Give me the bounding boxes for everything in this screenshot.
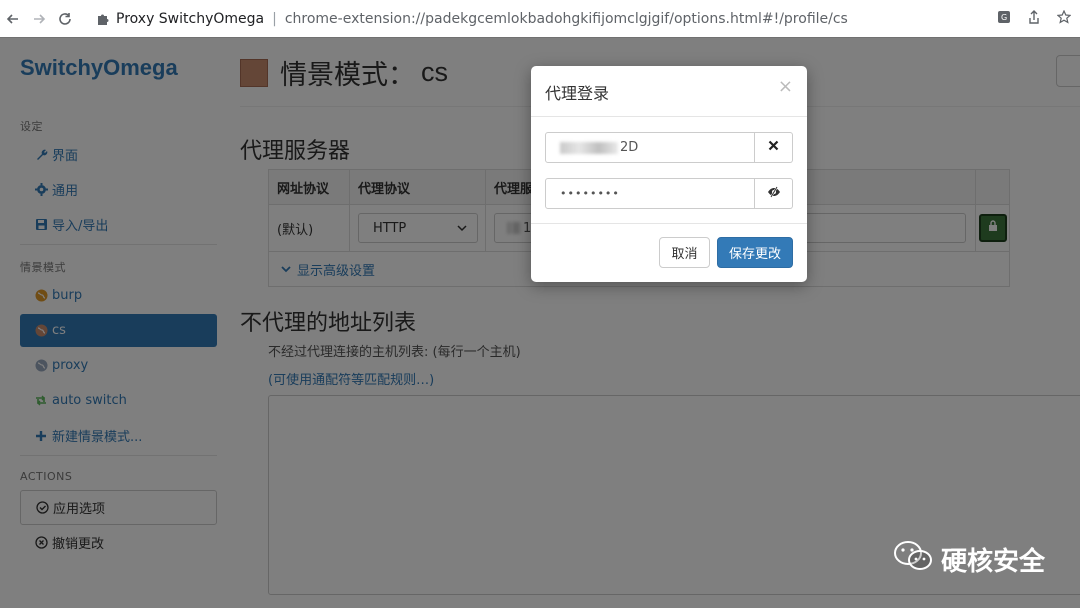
back-icon[interactable] bbox=[0, 6, 26, 32]
dialog-divider bbox=[531, 223, 807, 224]
puzzle-icon bbox=[96, 12, 110, 26]
password-field[interactable]: •••••••• bbox=[545, 178, 755, 209]
url-text: chrome-extension://padekgcemlokbadohgkif… bbox=[284, 10, 848, 27]
proxy-login-dialog: 代理登录 × 2D •••••••• 取消 保存更改 bbox=[531, 66, 807, 282]
clear-username-button[interactable] bbox=[755, 132, 793, 163]
forward-icon[interactable] bbox=[26, 6, 52, 32]
toggle-password-button[interactable] bbox=[755, 178, 793, 209]
cancel-button[interactable]: 取消 bbox=[659, 237, 710, 268]
browser-toolbar: Proxy SwitchyOmega | chrome-extension://… bbox=[0, 0, 1080, 38]
clear-x-icon bbox=[768, 140, 779, 155]
wechat-icon bbox=[893, 540, 933, 579]
address-separator: | bbox=[272, 10, 277, 27]
close-icon[interactable]: × bbox=[778, 76, 793, 97]
username-field[interactable]: 2D bbox=[545, 132, 755, 163]
password-group: •••••••• bbox=[545, 178, 793, 209]
reload-icon[interactable] bbox=[52, 6, 78, 32]
dialog-title: 代理登录 bbox=[545, 84, 610, 103]
save-changes-button[interactable]: 保存更改 bbox=[717, 237, 793, 268]
watermark: 硬核安全 bbox=[893, 540, 1045, 579]
address-bar[interactable]: Proxy SwitchyOmega | chrome-extension://… bbox=[96, 5, 1080, 32]
username-group: 2D bbox=[545, 132, 793, 163]
bookmark-star-icon[interactable] bbox=[1056, 9, 1072, 25]
translate-icon[interactable]: G bbox=[996, 9, 1012, 25]
tab-title: Proxy SwitchyOmega bbox=[116, 10, 265, 27]
redacted-text bbox=[560, 141, 618, 154]
dialog-divider bbox=[531, 116, 807, 117]
watermark-text: 硬核安全 bbox=[941, 547, 1046, 577]
svg-text:G: G bbox=[1001, 13, 1007, 22]
eye-slash-icon bbox=[767, 185, 781, 202]
username-value: 2D bbox=[620, 140, 639, 155]
share-icon[interactable] bbox=[1026, 9, 1042, 25]
